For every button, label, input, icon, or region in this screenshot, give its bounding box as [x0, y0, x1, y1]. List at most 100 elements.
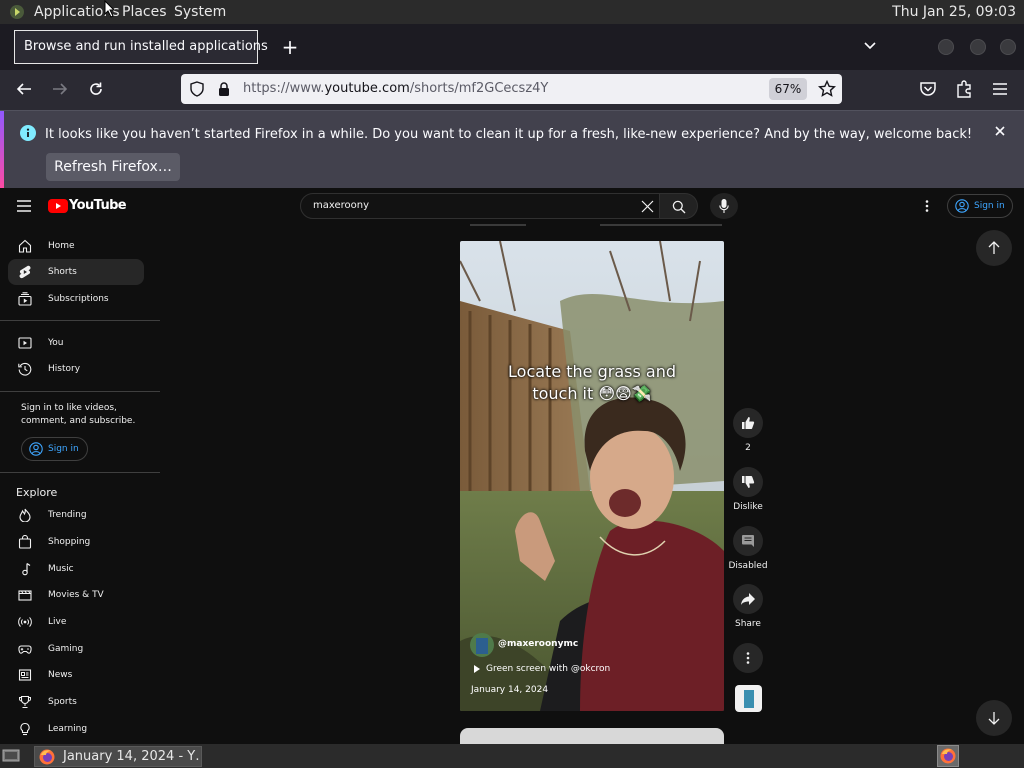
account-icon	[955, 199, 969, 213]
you-icon	[18, 336, 32, 350]
sidebar-item-label: History	[48, 364, 81, 374]
sidebar-item-gaming[interactable]: Gaming	[8, 636, 144, 662]
url-domain: youtube.com	[324, 81, 410, 96]
sign-in-label: Sign in	[48, 444, 79, 454]
search-input[interactable]: maxeroony	[300, 193, 660, 219]
live-icon	[18, 615, 32, 629]
clear-search-icon[interactable]	[641, 200, 654, 213]
sidebar-item-label: Movies & TV	[48, 590, 104, 600]
sidebar-item-history[interactable]: History	[8, 356, 144, 382]
caption-line-1: Locate the grass and	[508, 362, 676, 381]
share-label: Share	[735, 619, 761, 629]
back-icon[interactable]	[15, 81, 33, 97]
search-button[interactable]	[660, 193, 698, 219]
show-desktop-icon[interactable]	[2, 748, 20, 764]
channel-avatar[interactable]	[470, 633, 494, 657]
shield-icon[interactable]	[190, 81, 204, 97]
sidebar-item-shorts[interactable]: Shorts	[8, 259, 144, 285]
system-menu[interactable]: System	[174, 4, 226, 20]
notification-accent	[0, 111, 4, 189]
comments-button[interactable]	[733, 526, 763, 556]
taskbar-window-title: January 14, 2024 - Y…	[63, 749, 202, 764]
sidebar-item-movies-tv[interactable]: Movies & TV	[8, 582, 144, 608]
search-value: maxeroony	[313, 200, 370, 211]
thumbs-down-icon	[741, 475, 755, 489]
forward-icon[interactable]	[51, 81, 69, 97]
bookmark-star-icon[interactable]	[818, 80, 836, 98]
sidebar-item-label: Home	[48, 241, 75, 251]
minimize-button[interactable]	[938, 39, 954, 55]
url-bar[interactable]: https://www.youtube.com/shorts/mf2GCecsz…	[181, 74, 842, 104]
info-icon	[20, 125, 36, 141]
guide-menu-icon[interactable]	[17, 200, 31, 212]
close-icon[interactable]	[994, 125, 1006, 137]
previous-short-edge	[470, 224, 526, 226]
hamburger-menu-icon[interactable]	[992, 82, 1008, 96]
sound-link[interactable]: Green screen with @okcron	[486, 664, 610, 674]
gnome-foot-icon[interactable]	[8, 4, 26, 20]
reload-icon[interactable]	[88, 81, 104, 97]
sidebar-item-music[interactable]: Music	[8, 556, 144, 582]
sign-in-label: Sign in	[974, 201, 1005, 211]
chevron-down-icon[interactable]	[862, 38, 878, 54]
maximize-button[interactable]	[970, 39, 986, 55]
share-icon	[740, 592, 756, 606]
sports-icon	[18, 695, 32, 709]
sidebar-item-label: Sports	[48, 697, 77, 707]
voice-search-button[interactable]	[710, 193, 738, 219]
extensions-icon[interactable]	[956, 80, 972, 98]
thumbs-up-icon	[741, 416, 755, 430]
shopping-icon	[18, 535, 32, 549]
url-text[interactable]: https://www.youtube.com/shorts/mf2GCecsz…	[243, 81, 548, 96]
previous-short-button[interactable]	[976, 230, 1012, 266]
sidebar-item-label: Trending	[48, 510, 87, 520]
refresh-notification-bar: It looks like you haven’t started Firefo…	[0, 110, 1024, 189]
account-icon	[29, 442, 43, 456]
mouse-cursor-icon	[104, 0, 116, 18]
arrow-down-icon	[988, 711, 1000, 725]
search-icon	[672, 200, 686, 214]
sidebar-item-home[interactable]: Home	[8, 233, 144, 259]
short-video-player[interactable]: Locate the grass and touch it 😳😨💸 @maxer…	[460, 241, 724, 711]
refresh-firefox-button[interactable]: Refresh Firefox…	[46, 153, 180, 181]
clock[interactable]: Thu Jan 25, 09:03	[892, 4, 1016, 20]
like-button[interactable]	[733, 408, 763, 438]
channel-handle[interactable]: @maxeroonymc	[498, 639, 578, 649]
sign-in-button[interactable]: Sign in	[947, 194, 1013, 218]
more-options-icon[interactable]	[925, 200, 929, 212]
short-caption: Locate the grass and touch it 😳😨💸	[460, 361, 724, 405]
taskbar-firefox-window[interactable]: January 14, 2024 - Y…	[34, 746, 202, 767]
avatar-art	[476, 638, 488, 654]
sidebar-item-label: Shorts	[48, 267, 77, 277]
next-short-button[interactable]	[976, 700, 1012, 736]
learning-icon	[18, 722, 32, 736]
sidebar-item-learning[interactable]: Learning	[8, 716, 144, 742]
lock-icon[interactable]	[218, 81, 230, 97]
sidebar-divider	[0, 320, 160, 321]
sidebar-item-trending[interactable]: Trending	[8, 502, 144, 528]
zoom-level-button[interactable]: 67%	[769, 78, 807, 100]
pocket-icon[interactable]	[919, 81, 937, 97]
dislike-label: Dislike	[733, 502, 763, 512]
shorts-icon	[18, 265, 32, 279]
share-button[interactable]	[733, 584, 763, 614]
home-icon	[18, 239, 32, 253]
places-menu[interactable]: Places	[122, 4, 167, 20]
sidebar-item-you[interactable]: You	[8, 330, 144, 356]
sidebar-item-sports[interactable]: Sports	[8, 689, 144, 715]
new-tab-button[interactable]: +	[278, 36, 302, 60]
next-short-preview[interactable]	[460, 728, 724, 744]
explore-heading: Explore	[16, 486, 58, 499]
microphone-icon	[719, 199, 729, 213]
sound-thumbnail[interactable]	[735, 685, 762, 712]
sidebar-sign-in-button[interactable]: Sign in	[21, 437, 88, 461]
dislike-button[interactable]	[733, 467, 763, 497]
comments-label: Disabled	[728, 561, 768, 571]
more-actions-button[interactable]	[733, 643, 763, 673]
tray-firefox-launcher[interactable]	[937, 745, 959, 767]
sidebar-item-news[interactable]: News	[8, 662, 144, 688]
sidebar-item-shopping[interactable]: Shopping	[8, 529, 144, 555]
close-window-button[interactable]	[1000, 39, 1016, 55]
sidebar-item-subscriptions[interactable]: Subscriptions	[8, 286, 144, 312]
sidebar-item-live[interactable]: Live	[8, 609, 144, 635]
